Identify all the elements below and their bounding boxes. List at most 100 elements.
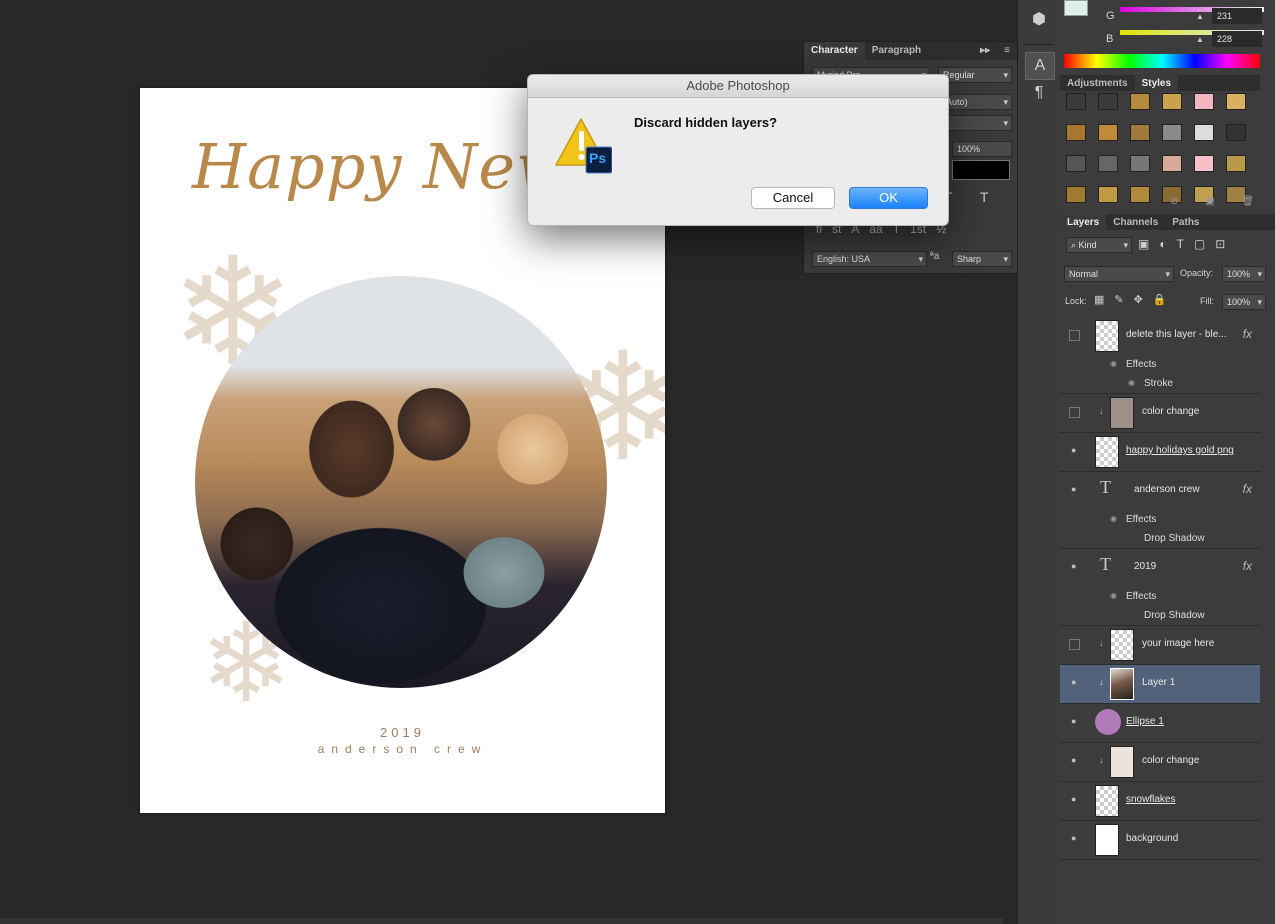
slider-handle-icon[interactable]: ▲: [1196, 35, 1204, 44]
style-swatch[interactable]: [1066, 155, 1086, 172]
color-g-label: G: [1106, 10, 1115, 22]
layer-row[interactable]: background: [1060, 821, 1260, 860]
vertical-scale-input[interactable]: 100%: [952, 141, 1012, 157]
tab-character[interactable]: Character: [804, 42, 865, 60]
style-swatch[interactable]: [1162, 124, 1182, 141]
style-swatch[interactable]: [1162, 155, 1182, 172]
style-swatch[interactable]: [1226, 124, 1246, 141]
style-swatch[interactable]: [1066, 124, 1086, 141]
layer-thumbnail: [1095, 785, 1119, 817]
family-name-text: anderson crew: [317, 742, 488, 756]
fill-input[interactable]: 100%: [1222, 294, 1266, 310]
layer-thumbnail: [1110, 668, 1134, 700]
layer-row[interactable]: T anderson crew fx ◉ Effects Drop Shadow: [1060, 472, 1260, 549]
font-style-select[interactable]: Regular: [938, 67, 1012, 83]
layer-row-selected[interactable]: ↓ Layer 1: [1060, 665, 1260, 704]
slider-handle-icon[interactable]: ▲: [1196, 12, 1204, 21]
layer-row[interactable]: Ellipse 1: [1060, 704, 1260, 743]
tab-paragraph[interactable]: Paragraph: [865, 42, 928, 60]
text-color-swatch[interactable]: [952, 160, 1010, 180]
text-layer-icon: T: [1100, 477, 1111, 497]
style-swatch[interactable]: [1098, 155, 1118, 172]
eye-icon[interactable]: [1069, 677, 1081, 688]
styles-footer-icons[interactable]: ⊘ ▣ 🗑: [1170, 196, 1266, 207]
language-select[interactable]: English: USA: [812, 251, 927, 267]
style-swatch[interactable]: [1098, 124, 1118, 141]
style-swatch[interactable]: [1130, 124, 1150, 141]
fx-icon[interactable]: fx: [1243, 482, 1252, 496]
foreground-color-swatch[interactable]: [1064, 0, 1088, 16]
tab-channels[interactable]: Channels: [1106, 214, 1165, 230]
styles-grid[interactable]: [1066, 93, 1254, 203]
layer-row[interactable]: happy holidays gold png: [1060, 433, 1260, 472]
panel-menu-icon[interactable]: ≡: [997, 42, 1017, 60]
eye-icon[interactable]: ◉: [1110, 514, 1117, 523]
style-swatch[interactable]: [1226, 93, 1246, 110]
layer-row[interactable]: ↓ color change: [1060, 394, 1260, 433]
tracking-select[interactable]: [938, 115, 1012, 131]
typeface-style-buttons[interactable]: T T: [944, 189, 1001, 205]
style-swatch[interactable]: [1098, 93, 1118, 110]
eye-icon[interactable]: ◉: [1110, 591, 1117, 600]
style-swatch[interactable]: [1162, 93, 1182, 110]
layer-name: happy holidays gold png: [1126, 445, 1234, 456]
style-swatch[interactable]: [1098, 186, 1118, 203]
layer-row[interactable]: T 2019 fx ◉ Effects Drop Shadow: [1060, 549, 1260, 626]
character-panel-icon[interactable]: A: [1025, 52, 1055, 80]
style-swatch[interactable]: [1130, 186, 1150, 203]
tab-layers[interactable]: Layers: [1060, 214, 1107, 230]
eye-icon[interactable]: [1069, 716, 1081, 727]
eye-icon[interactable]: ◉: [1110, 359, 1117, 368]
ok-button[interactable]: OK: [849, 187, 928, 209]
paragraph-panel-icon[interactable]: ¶: [1025, 80, 1053, 106]
visibility-toggle-off[interactable]: [1069, 330, 1080, 341]
3d-cube-icon[interactable]: ⬢: [1025, 6, 1053, 32]
eye-icon[interactable]: ◉: [1128, 378, 1135, 387]
style-swatch[interactable]: [1194, 93, 1214, 110]
layer-row[interactable]: snowflakes: [1060, 782, 1260, 821]
blue-value-input[interactable]: 228: [1212, 31, 1262, 47]
fx-icon[interactable]: fx: [1243, 327, 1252, 341]
layer-row[interactable]: ↓ your image here: [1060, 626, 1260, 665]
leading-select[interactable]: (Auto): [938, 94, 1012, 110]
style-swatch[interactable]: [1066, 186, 1086, 203]
fx-icon[interactable]: fx: [1243, 559, 1252, 573]
visibility-toggle-off[interactable]: [1069, 639, 1080, 650]
layer-row[interactable]: delete this layer - ble... fx ◉ Effects …: [1060, 317, 1260, 394]
style-swatch[interactable]: [1130, 93, 1150, 110]
style-swatch[interactable]: [1194, 155, 1214, 172]
layer-thumbnail: [1110, 629, 1134, 661]
style-swatch[interactable]: [1194, 124, 1214, 141]
layer-row[interactable]: ↓ color change: [1060, 743, 1260, 782]
eye-icon[interactable]: [1069, 445, 1081, 456]
green-value-input[interactable]: 231: [1212, 8, 1262, 24]
stroke-effect-label: Stroke: [1144, 378, 1173, 389]
style-swatch[interactable]: [1066, 93, 1086, 110]
tab-paths[interactable]: Paths: [1165, 214, 1206, 230]
tab-adjustments[interactable]: Adjustments: [1060, 75, 1135, 91]
visibility-toggle-off[interactable]: [1069, 407, 1080, 418]
eye-icon[interactable]: [1069, 794, 1081, 805]
layer-filter-kind-select[interactable]: ⌕ Kind: [1066, 237, 1132, 253]
layer-name: Layer 1: [1142, 677, 1176, 688]
eye-icon[interactable]: [1069, 833, 1081, 844]
layer-filter-icons[interactable]: ▣◐T▢⊡: [1138, 237, 1235, 251]
panel-collapse-icon[interactable]: ▸▸: [973, 42, 997, 60]
layers-scrollbar[interactable]: [1262, 317, 1275, 862]
eye-icon[interactable]: [1069, 484, 1081, 495]
style-swatch[interactable]: [1130, 155, 1150, 172]
lock-icons[interactable]: ▦✎✥🔒: [1094, 293, 1177, 306]
antialias-select[interactable]: Sharp: [952, 251, 1012, 267]
tab-styles[interactable]: Styles: [1134, 75, 1179, 91]
blend-mode-select[interactable]: Normal: [1064, 266, 1174, 282]
eye-icon[interactable]: [1069, 755, 1081, 766]
opacity-input[interactable]: 100%: [1222, 266, 1266, 282]
layers-tabbar: Layers Channels Paths: [1060, 214, 1275, 230]
horizontal-scrollbar[interactable]: [0, 918, 1003, 924]
divider: [1024, 44, 1054, 45]
layer-name: color change: [1142, 406, 1200, 417]
color-spectrum-bar[interactable]: [1064, 54, 1260, 68]
cancel-button[interactable]: Cancel: [751, 187, 835, 209]
style-swatch[interactable]: [1226, 155, 1246, 172]
eye-icon[interactable]: [1069, 561, 1081, 572]
